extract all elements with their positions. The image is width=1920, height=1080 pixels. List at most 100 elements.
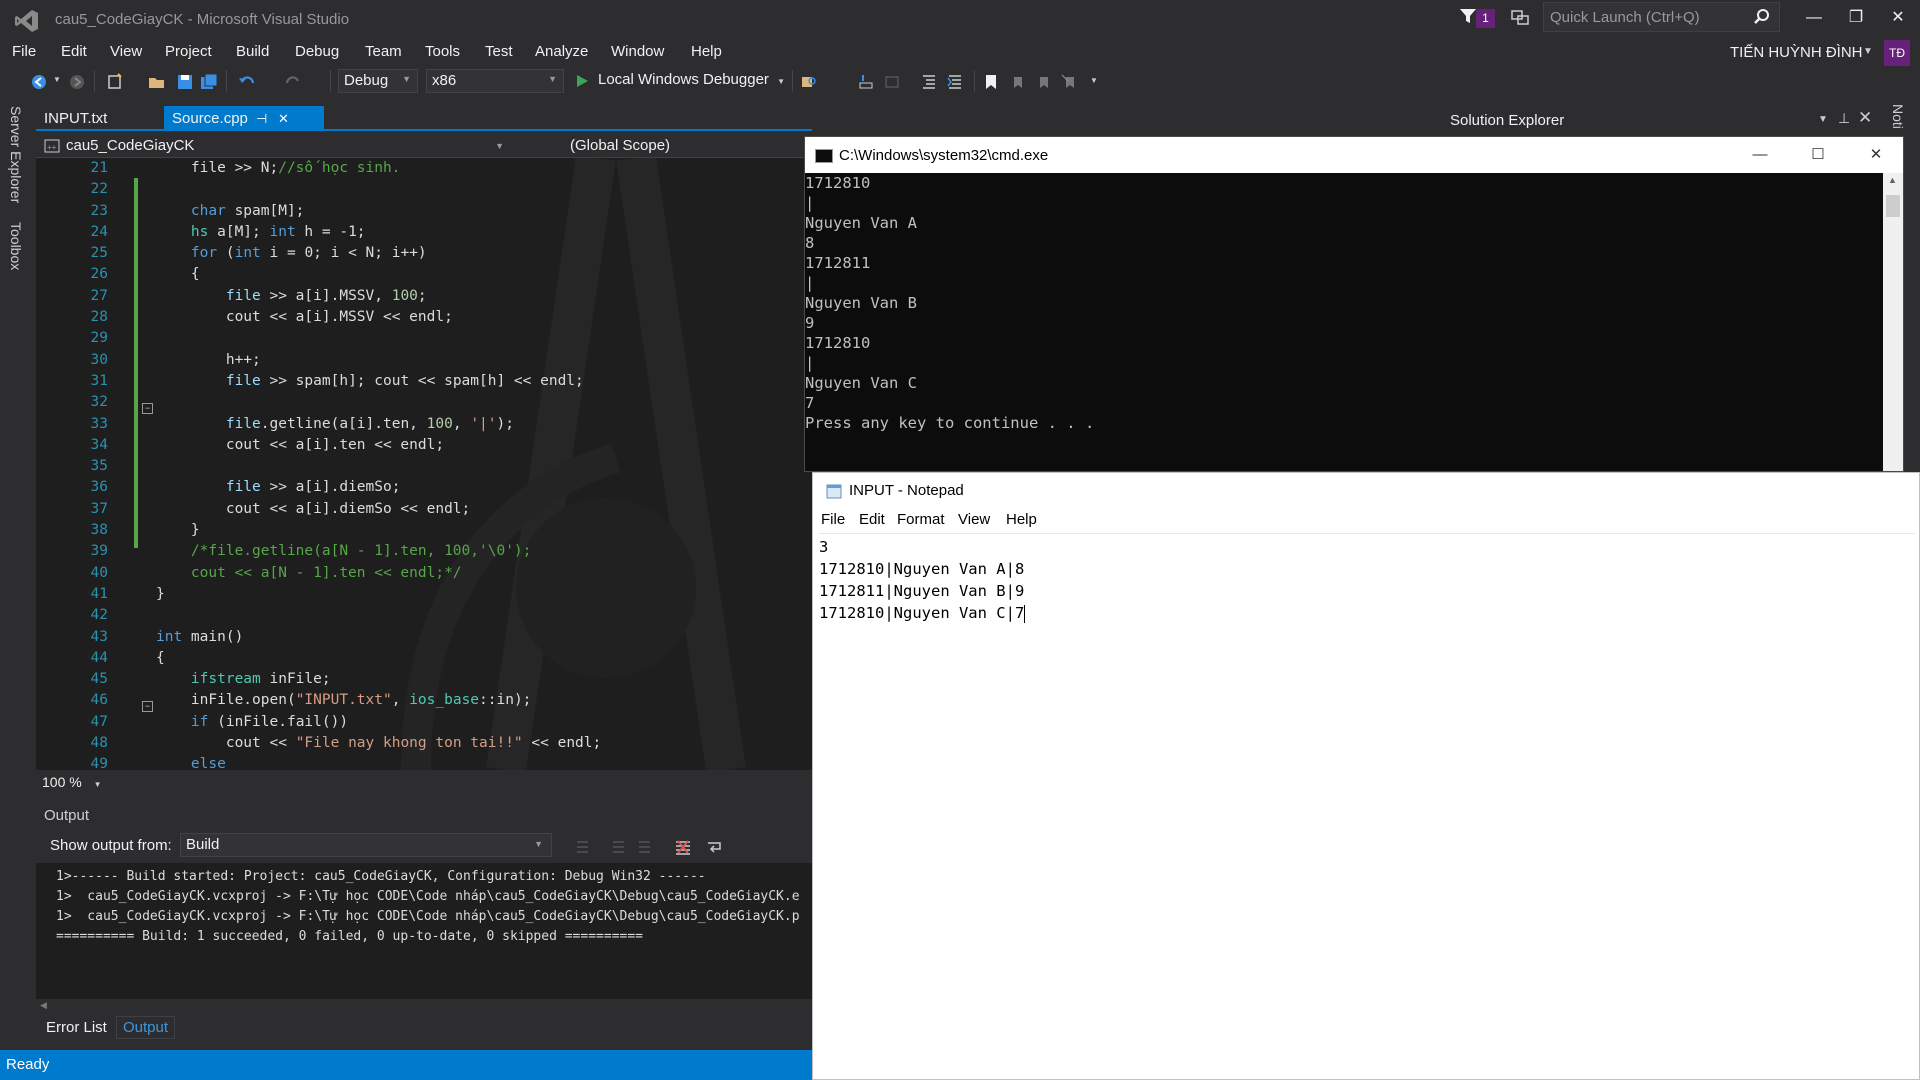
code-line[interactable]: } [156,520,806,541]
tab-error-list[interactable]: Error List [46,1019,107,1036]
toolbar-overflow-icon[interactable]: ▼ [1090,76,1098,85]
notifications-tab[interactable]: Noti [1890,104,1906,129]
close-icon[interactable]: ✕ [1858,108,1872,128]
menu-edit[interactable]: Edit [61,43,87,60]
previous-message-icon[interactable] [610,839,628,855]
find-in-files-icon[interactable] [800,73,818,91]
scrollbar-thumb[interactable] [1886,195,1900,217]
step-over-icon[interactable] [884,73,902,91]
notepad-menu-view[interactable]: View [958,511,990,528]
scroll-up-icon[interactable]: ▲ [1888,175,1897,185]
code-line[interactable]: } [156,584,806,605]
menu-build[interactable]: Build [236,43,269,60]
solution-platform-dropdown[interactable]: x86 ▼ [426,69,564,93]
tab-input-txt[interactable]: INPUT.txt [36,106,156,131]
cmd-title-bar[interactable]: C:\Windows\system32\cmd.exe — ☐ ✕ [805,137,1903,173]
find-message-icon[interactable] [574,839,592,855]
code-line[interactable] [156,179,806,200]
code-line[interactable]: /*file.getline(a[N - 1].ten, 100,'\0'); [156,541,806,562]
navigate-forward-icon[interactable] [68,73,86,91]
navigate-back-icon[interactable] [30,73,48,91]
new-project-icon[interactable] [106,73,124,91]
toolbox-tab[interactable]: Toolbox [8,222,24,270]
code-line[interactable]: cout << a[i].diemSo << endl; [156,499,806,520]
send-feedback-icon[interactable] [1510,7,1530,27]
save-all-icon[interactable] [200,73,218,91]
menu-project[interactable]: Project [165,43,212,60]
code-line[interactable]: cout << a[i].ten << endl; [156,435,806,456]
local-windows-debugger-button[interactable]: Local Windows Debugger ▼ [598,71,785,88]
output-source-dropdown[interactable]: Build ▼ [180,833,552,857]
code-line[interactable] [156,605,806,626]
code-line[interactable]: inFile.open("INPUT.txt", ios_base::in); [156,690,806,711]
server-explorer-tab[interactable]: Server Explorer [8,106,24,203]
chevron-down-icon[interactable]: ▼ [53,75,61,84]
solution-explorer-title[interactable]: Solution Explorer [1450,112,1564,129]
chevron-down-icon[interactable]: ▼ [1863,46,1873,57]
code-line[interactable] [156,328,806,349]
notepad-text-area[interactable]: 3 1712810|Nguyen Van A|8 1712811|Nguyen Va… [819,533,1915,1073]
notepad-window[interactable]: INPUT - Notepad File Edit Format View He… [812,472,1920,1080]
cmd-console-window[interactable]: C:\Windows\system32\cmd.exe — ☐ ✕ 171281… [804,136,1904,472]
notepad-title-bar[interactable]: INPUT - Notepad [813,473,1919,507]
zoom-dropdown[interactable]: 100 % ▼ [42,774,102,790]
open-file-icon[interactable] [148,73,166,91]
code-line[interactable]: hs a[M]; int h = -1; [156,222,806,243]
redo-icon[interactable] [284,73,302,91]
notepad-menu-format[interactable]: Format [897,511,945,528]
code-editor[interactable]: 21 22 23 24 25 26 27 28 29 30 31 32 33 34 35 36 37 38 39 40… [36,158,812,770]
menu-team[interactable]: Team [365,43,402,60]
step-into-icon[interactable] [858,73,876,91]
cmd-output[interactable]: 1712810 | Nguyen Van A 8 1712811 | Nguyen Van … [805,173,1883,471]
code-line[interactable]: cout << a[i].MSSV << endl; [156,307,806,328]
clear-all-icon[interactable] [674,839,692,855]
code-line[interactable]: { [156,264,806,285]
next-bookmark-icon[interactable] [1034,73,1052,91]
menu-help[interactable]: Help [691,43,722,60]
cmd-close-button[interactable]: ✕ [1853,141,1899,169]
menu-debug[interactable]: Debug [295,43,339,60]
menu-analyze[interactable]: Analyze [535,43,588,60]
collapse-toggle[interactable]: − [142,403,153,414]
minimize-button[interactable]: — [1791,2,1837,34]
output-text[interactable]: 1>------ Build started: Project: cau5_Co… [36,863,812,1013]
chevron-down-icon[interactable]: ▼ [1818,114,1828,125]
code-line[interactable]: file >> a[i].MSSV, 100; [156,286,806,307]
code-line[interactable]: if (inFile.fail()) [156,712,806,733]
cmd-maximize-button[interactable]: ☐ [1795,141,1841,169]
code-line[interactable]: h++; [156,350,806,371]
menu-test[interactable]: Test [485,43,513,60]
code-line[interactable]: char spam[M]; [156,201,806,222]
notepad-menu-file[interactable]: File [821,511,845,528]
scroll-left-icon[interactable]: ◀ [40,1000,47,1011]
comment-lines-icon[interactable] [920,73,938,91]
solution-configuration-dropdown[interactable]: Debug ▼ [338,69,418,93]
project-dropdown[interactable]: ++ cau5_CodeGiayCK ▼ [44,137,504,154]
next-message-icon[interactable] [636,839,654,855]
toggle-word-wrap-icon[interactable] [706,839,724,855]
menu-file[interactable]: File [12,43,36,60]
feedback-filter-icon[interactable] [1458,6,1478,26]
code-line[interactable]: cout << "File nay khong ton tai!!" << en… [156,733,806,754]
pin-icon[interactable]: ⊣ [256,111,267,127]
user-avatar[interactable]: TĐ [1884,40,1910,66]
code-line[interactable] [156,392,806,413]
code-text[interactable]: file >> N;//số học sinh. char spam[M]; h… [156,158,806,770]
notifications-badge[interactable]: 1 [1476,9,1495,28]
save-icon[interactable] [176,73,194,91]
menu-window[interactable]: Window [611,43,664,60]
code-line[interactable]: { [156,648,806,669]
code-line[interactable]: file.getline(a[i].ten, 100, '|'); [156,414,806,435]
code-line[interactable] [156,456,806,477]
close-icon[interactable]: ✕ [278,111,289,127]
notepad-menu-edit[interactable]: Edit [859,511,885,528]
menu-tools[interactable]: Tools [425,43,460,60]
code-line[interactable]: else [156,754,806,770]
code-line[interactable]: cout << a[N - 1].ten << endl;*/ [156,563,806,584]
horizontal-scrollbar[interactable]: ◀ [36,999,812,1013]
menu-view[interactable]: View [110,43,142,60]
code-line[interactable]: file >> a[i].diemSo; [156,477,806,498]
code-line[interactable]: ifstream inFile; [156,669,806,690]
cmd-minimize-button[interactable]: — [1737,141,1783,169]
start-debugging-icon[interactable] [574,73,590,89]
